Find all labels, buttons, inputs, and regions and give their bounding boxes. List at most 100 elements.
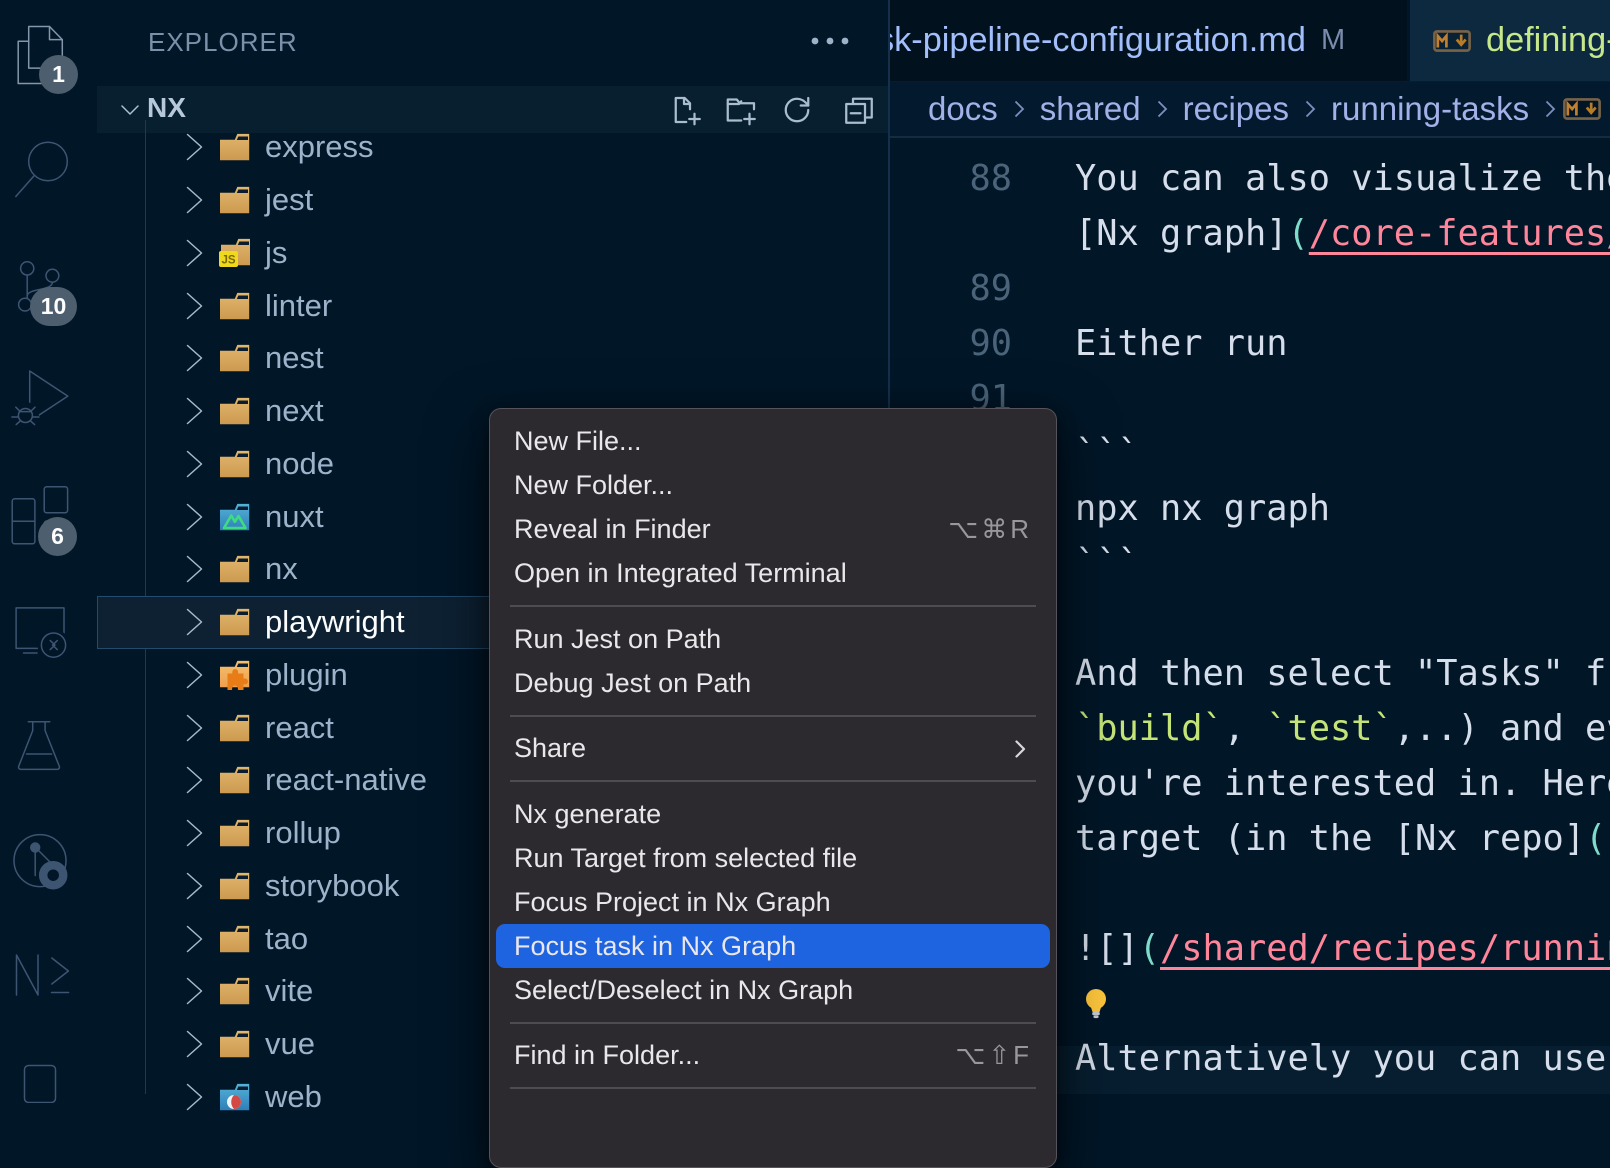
svg-text:JS: JS xyxy=(221,255,235,267)
menu-item-share[interactable]: Share xyxy=(496,727,1050,771)
menu-item-focus-task-in-nx-graph[interactable]: Focus task in Nx Graph xyxy=(496,924,1050,968)
breadcrumb-docs[interactable]: docs xyxy=(928,90,998,128)
tree-item-linter[interactable]: linter xyxy=(97,279,890,332)
code-text: ``` xyxy=(1075,426,1139,481)
badge: 6 xyxy=(38,517,77,556)
tree-item-jest[interactable]: jest xyxy=(97,174,890,227)
chevron-right-icon[interactable] xyxy=(178,449,208,479)
menu-item-label: New File... xyxy=(514,426,642,457)
badge: 1 xyxy=(39,55,78,94)
menu-divider xyxy=(510,1087,1036,1089)
folder-js-icon: JS xyxy=(219,238,250,268)
code-segment: [Nx graph] xyxy=(1075,213,1288,254)
menu-item-label: Run Jest on Path xyxy=(514,624,721,655)
code-text: ``` xyxy=(1075,536,1139,591)
folder-icon xyxy=(219,924,250,954)
markdown-icon xyxy=(1563,98,1601,120)
git-modified-badge: M xyxy=(1321,24,1345,57)
tree-item-express[interactable]: express xyxy=(97,121,890,174)
chevron-right-icon[interactable] xyxy=(178,185,208,215)
activity-remote-explorer[interactable] xyxy=(14,602,68,658)
breadcrumb-shared[interactable]: shared xyxy=(1040,90,1141,128)
activity-beaker[interactable] xyxy=(16,716,62,774)
menu-divider xyxy=(510,780,1036,782)
folder-nuxt-icon xyxy=(219,502,250,532)
menu-item-run-target-from-selected-file[interactable]: Run Target from selected file xyxy=(496,836,1050,880)
code-segment: target (in the [Nx repo] xyxy=(1075,818,1585,859)
activity-square[interactable] xyxy=(22,1063,58,1103)
menu-item-nx-generate[interactable]: Nx generate xyxy=(496,792,1050,836)
code-text: ![](/shared/recipes/running-tasks/run- xyxy=(1075,921,1610,976)
menu-item-open-in-integrated-terminal[interactable]: Open in Integrated Terminal xyxy=(496,552,1050,596)
tab-label: sk-pipeline-configuration.md xyxy=(890,21,1306,60)
code-line: 89 xyxy=(890,261,1610,316)
chevron-right-icon[interactable] xyxy=(178,132,208,162)
more-actions-icon[interactable] xyxy=(808,26,852,56)
chevron-right-icon[interactable] xyxy=(178,765,208,795)
chevron-right-icon[interactable] xyxy=(178,291,208,321)
chevron-right-icon[interactable] xyxy=(178,238,208,268)
menu-item-focus-project-in-nx-graph[interactable]: Focus Project in Nx Graph xyxy=(496,880,1050,924)
tab-task-pipeline-configuration[interactable]: sk-pipeline-configuration.md M xyxy=(890,0,1407,81)
chevron-right-icon[interactable] xyxy=(178,660,208,690)
code-segment: ( xyxy=(1585,818,1606,859)
tab-label: defining- xyxy=(1486,21,1610,60)
chevron-right-icon xyxy=(1537,96,1563,122)
tab-defining[interactable]: defining- xyxy=(1410,0,1610,81)
folder-icon xyxy=(219,449,250,479)
chevron-right-icon[interactable] xyxy=(178,1029,208,1059)
chevron-right-icon[interactable] xyxy=(178,924,208,954)
chevron-right-icon[interactable] xyxy=(178,1082,208,1112)
activity-nx-console[interactable] xyxy=(13,950,71,998)
code-segment: And then select "Tasks" from the dropdow… xyxy=(1075,653,1610,694)
tree-item-nest[interactable]: nest xyxy=(97,332,890,385)
chevron-right-icon[interactable] xyxy=(178,976,208,1006)
menu-item-find-in-folder[interactable]: Find in Folder...⌥⇧F xyxy=(496,1034,1050,1078)
menu-divider xyxy=(510,715,1036,717)
tree-item-label: linter xyxy=(265,288,332,324)
tree-item-label: nuxt xyxy=(265,499,324,535)
square-icon xyxy=(22,1063,58,1103)
breadcrumb-recipes[interactable]: recipes xyxy=(1183,90,1289,128)
tree-item-label: plugin xyxy=(265,657,348,693)
chevron-right-icon[interactable] xyxy=(178,502,208,532)
menu-item-reveal-in-finder[interactable]: Reveal in Finder⌥⌘R xyxy=(496,508,1050,552)
chevron-right-icon[interactable] xyxy=(178,871,208,901)
menu-item-debug-jest-on-path[interactable]: Debug Jest on Path xyxy=(496,661,1050,705)
tree-item-js[interactable]: JSjs xyxy=(97,226,890,279)
menu-item-select-deselect-in-nx-graph[interactable]: Select/Deselect in Nx Graph xyxy=(496,968,1050,1012)
tree-item-label: node xyxy=(265,446,334,482)
chevron-right-icon[interactable] xyxy=(178,554,208,584)
tree-item-label: tao xyxy=(265,921,308,957)
activity-debug[interactable] xyxy=(11,368,69,430)
activity-search[interactable] xyxy=(14,140,70,200)
chevron-right-icon[interactable] xyxy=(178,343,208,373)
menu-item-label: Debug Jest on Path xyxy=(514,668,751,699)
menu-item-run-jest-on-path[interactable]: Run Jest on Path xyxy=(496,617,1050,661)
chevron-right-icon[interactable] xyxy=(178,713,208,743)
code-text: Either run xyxy=(1075,316,1288,371)
debug-icon xyxy=(11,368,69,430)
folder-icon xyxy=(219,871,250,901)
menu-item-label: Nx generate xyxy=(514,799,661,830)
tree-item-label: vue xyxy=(265,1026,315,1062)
tree-item-label: playwright xyxy=(265,604,405,640)
code-segment: ![] xyxy=(1075,928,1139,969)
menu-item-new-folder[interactable]: New Folder... xyxy=(496,464,1050,508)
code-line: 90Either run xyxy=(890,316,1610,371)
chevron-right-icon[interactable] xyxy=(178,818,208,848)
search-icon xyxy=(14,140,70,200)
code-segment: `build` xyxy=(1075,708,1224,749)
menu-item-new-file[interactable]: New File... xyxy=(496,420,1050,464)
activity-graph-search[interactable] xyxy=(12,832,70,890)
menu-divider xyxy=(510,1022,1036,1024)
breadcrumb-running-tasks[interactable]: running-tasks xyxy=(1331,90,1529,128)
chevron-right-icon[interactable] xyxy=(178,607,208,637)
code-line: 88You can also visualize the task graph: xyxy=(890,151,1610,206)
chevron-right-icon[interactable] xyxy=(178,396,208,426)
menu-divider xyxy=(510,605,1036,607)
folder-icon xyxy=(219,343,250,373)
folder-icon xyxy=(219,765,250,795)
folder-icon xyxy=(219,291,250,321)
folder-icon xyxy=(219,185,250,215)
